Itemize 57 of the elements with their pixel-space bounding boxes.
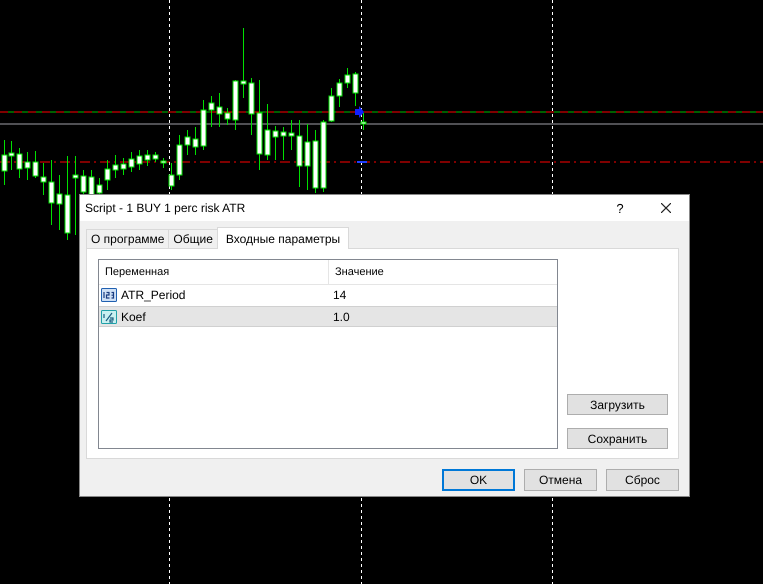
- tab[interactable]: О программе: [86, 229, 170, 248]
- load-button[interactable]: Загрузить: [567, 394, 668, 415]
- candle: [200, 100, 206, 150]
- candle: [248, 78, 254, 136]
- dialog-button[interactable]: Сброс: [606, 469, 679, 491]
- window-title: Script - 1 BUY 1 perc risk ATR: [85, 201, 246, 215]
- candle: [208, 96, 214, 128]
- candle: [328, 88, 334, 122]
- candle: [232, 80, 238, 130]
- column-header[interactable]: Переменная: [99, 260, 329, 284]
- candle: [56, 174, 62, 230]
- candle: [312, 130, 318, 194]
- candle: [184, 130, 190, 156]
- candle: [272, 126, 278, 160]
- save-button[interactable]: Сохранить: [567, 428, 668, 449]
- parameter-name: ATR_Period: [121, 288, 186, 302]
- candle: [280, 126, 286, 160]
- candle: [120, 158, 126, 176]
- candle: [128, 152, 134, 172]
- candle: [112, 154, 118, 178]
- tab[interactable]: Общие: [168, 229, 218, 248]
- candle: [176, 134, 182, 180]
- level-marker: [357, 161, 367, 163]
- parameter-value: 1.0: [332, 308, 351, 326]
- candle: [192, 126, 198, 156]
- candle: [152, 152, 158, 162]
- candle: [264, 104, 270, 160]
- tab[interactable]: Входные параметры: [216, 227, 350, 249]
- parameter-row[interactable]: Koef 1.0: [99, 306, 557, 327]
- candle: [296, 120, 302, 188]
- candle: [288, 120, 294, 150]
- dialog-button[interactable]: OK: [442, 469, 515, 491]
- integer-type-icon: [101, 288, 117, 302]
- column-header[interactable]: Значение: [329, 260, 557, 284]
- candle: [104, 160, 110, 190]
- close-icon: [661, 203, 671, 213]
- candle: [16, 148, 22, 178]
- candle: [160, 158, 166, 168]
- help-button[interactable]: ?: [597, 195, 643, 221]
- candle: [136, 150, 142, 170]
- candle: [48, 160, 54, 226]
- candle: [344, 68, 350, 88]
- candle: [40, 162, 46, 196]
- dialog-button[interactable]: Отмена: [524, 469, 597, 491]
- fraction-type-icon: [101, 310, 117, 324]
- candle: [336, 78, 342, 108]
- candle: [224, 108, 230, 126]
- candle: [144, 150, 150, 166]
- candle: [240, 28, 246, 98]
- candle: [32, 150, 38, 178]
- parameter-value: 14: [332, 287, 348, 304]
- candle: [352, 72, 358, 106]
- parameter-name: Koef: [121, 310, 146, 324]
- candle: [24, 152, 30, 180]
- arrow-icon: [355, 106, 364, 118]
- candle: [304, 124, 310, 190]
- candle: [216, 92, 222, 128]
